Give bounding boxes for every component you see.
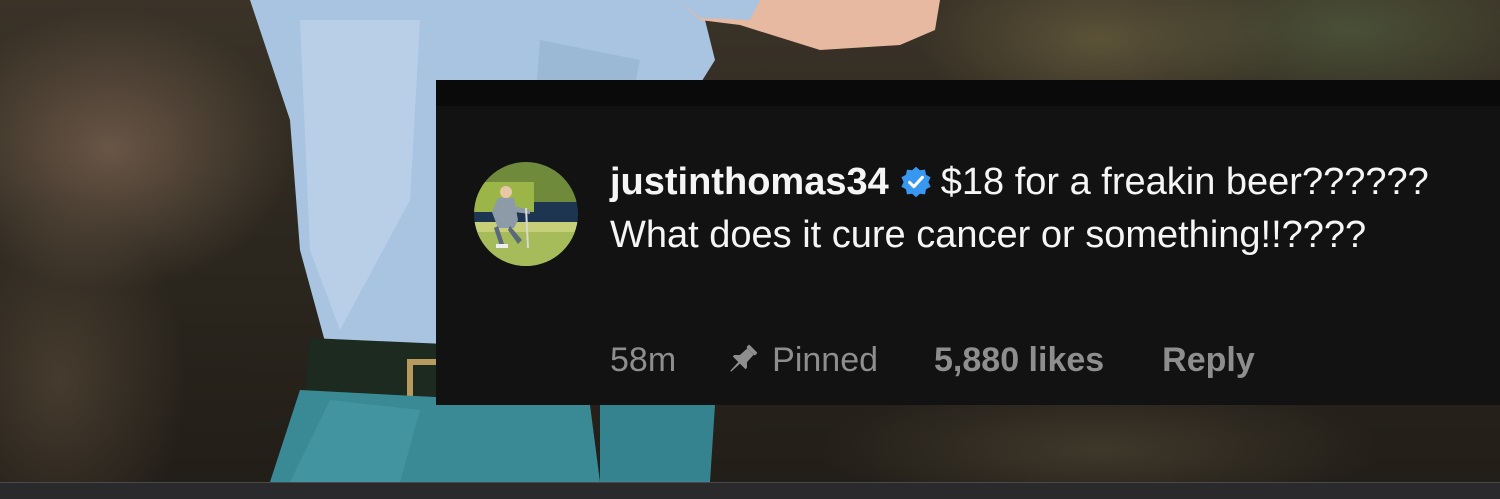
verified-badge-icon — [901, 166, 931, 198]
comment-body: justinthomas34 $18 for a freakin beer???… — [610, 156, 1470, 262]
bottom-edge-bar — [0, 482, 1500, 499]
comment-username[interactable]: justinthomas34 — [610, 161, 889, 203]
avatar-golfer-image — [474, 162, 578, 266]
avatar[interactable] — [474, 162, 578, 266]
comment-timestamp: 58m — [610, 340, 677, 379]
card-top-strip — [436, 80, 1500, 106]
reply-button[interactable]: Reply — [1162, 341, 1255, 380]
comment-card: justinthomas34 $18 for a freakin beer???… — [436, 80, 1500, 405]
likes-count[interactable]: 5,880 likes — [934, 341, 1104, 380]
pinned-label: Pinned — [772, 340, 879, 379]
pin-icon — [730, 344, 758, 372]
screenshot-stage: justinthomas34 $18 for a freakin beer???… — [0, 0, 1500, 499]
comment-meta-row: 58m Pinned 5,880 likes Reply — [610, 338, 1255, 382]
